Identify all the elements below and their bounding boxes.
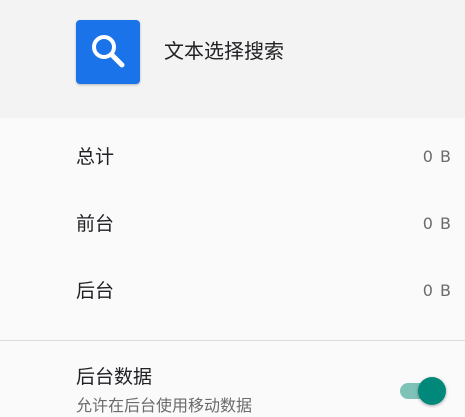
search-icon	[92, 35, 125, 68]
divider	[0, 340, 465, 341]
usage-row-label: 总计	[76, 146, 115, 168]
toggle-thumb	[418, 377, 446, 405]
usage-row-value: 0 B	[422, 214, 452, 233]
usage-row-background: 后台 0 B	[0, 258, 465, 324]
background-data-toggle[interactable]	[398, 374, 448, 408]
usage-row-value: 0 B	[422, 281, 452, 300]
usage-row-label: 后台	[76, 280, 115, 302]
usage-row-value: 0 B	[422, 147, 452, 166]
app-data-usage-screen: 文本选择搜索 总计 0 B 前台 0 B 后台 0 B 后台数据 允许在后台使用…	[0, 0, 465, 417]
background-data-subtitle: 允许在后台使用移动数据	[76, 396, 253, 415]
usage-row-label: 前台	[76, 213, 115, 235]
background-data-title: 后台数据	[76, 366, 153, 388]
usage-row-foreground: 前台 0 B	[0, 191, 465, 257]
app-name: 文本选择搜索	[164, 39, 284, 63]
app-header: 文本选择搜索	[0, 0, 465, 118]
app-icon	[76, 20, 140, 84]
usage-row-total: 总计 0 B	[0, 124, 465, 190]
